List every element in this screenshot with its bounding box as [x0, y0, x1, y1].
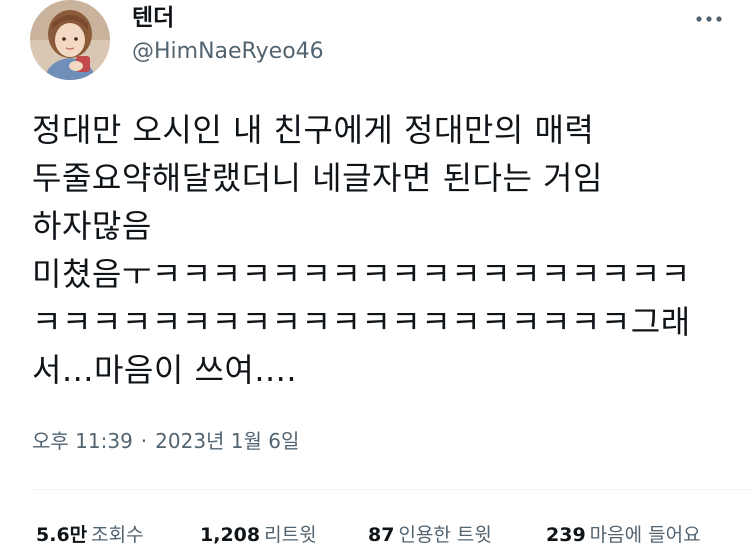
- profile-photo-icon: [30, 0, 110, 80]
- tweet-line: 정대만 오시인 내 친구에게 정대만의 매력: [32, 111, 595, 149]
- views-count: 5.6만: [36, 524, 88, 546]
- display-name[interactable]: 텐더: [132, 4, 174, 32]
- more-dots-icon[interactable]: [692, 4, 726, 34]
- tweet-stats: 5.6만 조회수 1,208 리트윗 87 인용한 트윗 239 마음에 들어요: [36, 518, 750, 552]
- divider: [30, 489, 750, 490]
- tweet-header: 텐더 @HimNaeRyeo46: [30, 0, 730, 90]
- quotes-stat[interactable]: 87 인용한 트윗: [368, 518, 492, 552]
- tweet-time[interactable]: 오후 11:39: [32, 429, 133, 453]
- avatar[interactable]: [30, 0, 110, 80]
- likes-stat[interactable]: 239 마음에 들어요: [546, 518, 701, 552]
- meta-separator: ·: [140, 429, 148, 453]
- user-handle[interactable]: @HimNaeRyeo46: [132, 38, 324, 66]
- tweet-line: 두줄요약해달랬더니 네글자면 된다는 거임: [32, 159, 603, 197]
- tweet-line: 하자많음: [32, 207, 152, 245]
- tweet-line: 미쳤음ㅜㅋㅋㅋㅋㅋㅋㅋㅋㅋㅋㅋㅋㅋㅋㅋㅋㅋㅋ: [32, 255, 691, 293]
- tweet-text: 정대만 오시인 내 친구에게 정대만의 매력 두줄요약해달랬더니 네글자면 된다…: [32, 106, 732, 394]
- views-stat: 5.6만 조회수: [36, 518, 144, 552]
- retweets-stat[interactable]: 1,208 리트윗: [200, 518, 317, 552]
- tweet-timestamp: 오후 11:39 · 2023년 1월 6일: [32, 426, 299, 456]
- quotes-count: 87: [368, 524, 395, 546]
- likes-label: 마음에 들어요: [589, 524, 701, 546]
- quotes-label: 인용한 트윗: [398, 524, 492, 546]
- tweet-line: ㅋㅋㅋㅋㅋㅋㅋㅋㅋㅋㅋㅋㅋㅋㅋㅋㅋㅋㅋㅋ그래: [32, 303, 691, 341]
- retweets-count: 1,208: [200, 524, 261, 546]
- tweet-line: 서...마음이 쓰여....: [32, 351, 298, 389]
- likes-count: 239: [546, 524, 586, 546]
- views-label: 조회수: [91, 524, 144, 546]
- tweet-date[interactable]: 2023년 1월 6일: [155, 429, 299, 453]
- retweets-label: 리트윗: [264, 524, 317, 546]
